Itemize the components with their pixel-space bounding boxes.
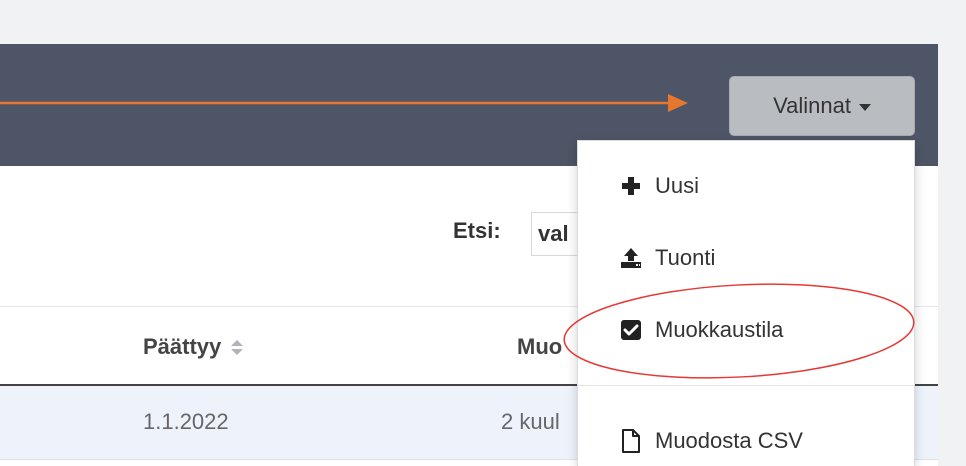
checkbox-checked-icon xyxy=(619,318,643,342)
menu-item-label: Muokkaustila xyxy=(655,317,784,342)
options-dropdown-menu: Uusi Tuonti Muokkaustila Muodosta CSV xyxy=(577,140,915,466)
column-header-muoto[interactable]: Muo xyxy=(517,334,562,360)
column-header-paattyy-label: Päättyy xyxy=(143,334,222,359)
caret-down-icon xyxy=(858,104,871,111)
column-header-paattyy[interactable]: Päättyy xyxy=(143,334,244,360)
menu-item-label: Muodosta CSV xyxy=(655,428,803,453)
upload-icon xyxy=(619,246,643,270)
cell-muoto: 2 kuul xyxy=(501,409,560,434)
search-label: Etsi: xyxy=(453,218,501,243)
menu-item-muodosta-csv[interactable]: Muodosta CSV xyxy=(578,419,914,463)
options-dropdown-button[interactable]: Valinnat xyxy=(729,76,915,136)
options-button-label: Valinnat xyxy=(773,93,851,118)
menu-item-muokkaustila[interactable]: Muokkaustila xyxy=(578,308,914,352)
plus-icon xyxy=(619,174,643,198)
menu-item-uusi[interactable]: Uusi xyxy=(578,164,914,208)
menu-item-tuonti[interactable]: Tuonti xyxy=(578,236,914,280)
file-icon xyxy=(619,429,643,453)
menu-item-label: Tuonti xyxy=(655,245,716,270)
cell-paattyy: 1.1.2022 xyxy=(143,409,229,434)
menu-divider xyxy=(578,385,914,386)
sort-icon[interactable] xyxy=(231,340,244,356)
menu-item-label: Uusi xyxy=(655,173,700,198)
